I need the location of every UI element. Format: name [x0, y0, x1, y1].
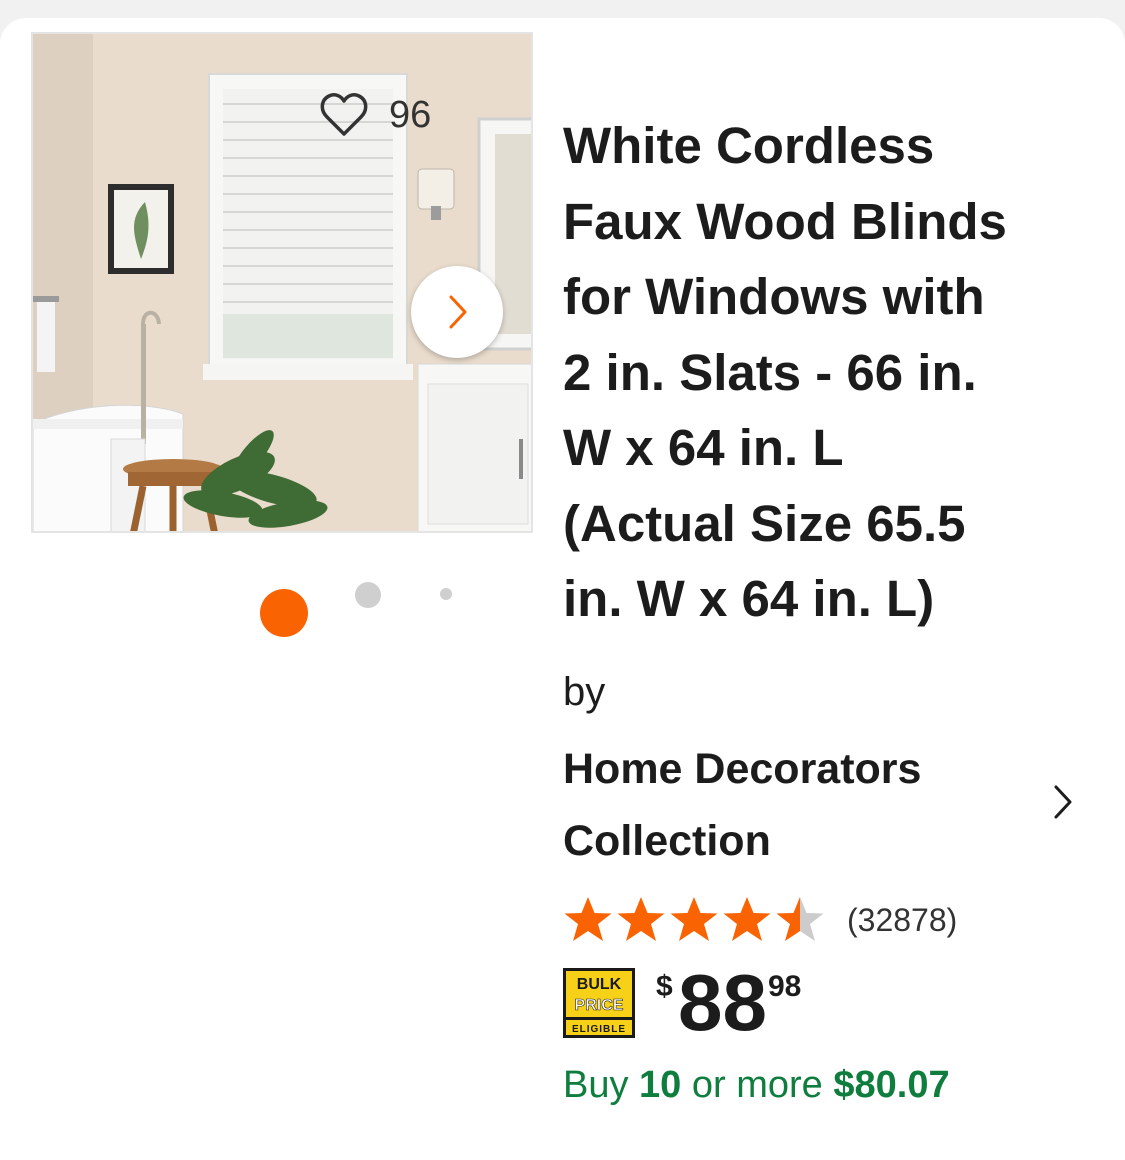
product-title-line: W x 64 in. L — [563, 419, 844, 476]
bulk-offer-prefix: Buy — [563, 1064, 629, 1106]
product-title-line: for Windows with — [563, 268, 985, 325]
star-rating — [563, 895, 825, 945]
product-title-line: (Actual Size 65.5 — [563, 494, 966, 552]
chevron-right-icon — [449, 295, 467, 329]
favorite-count: 96 — [389, 93, 432, 136]
bulk-offer-price: $80.07 — [833, 1064, 950, 1106]
badge-line-3: ELIGIBLE — [572, 1024, 626, 1035]
price-cents: 98 — [768, 970, 802, 1003]
rating-row[interactable]: (32878) — [563, 895, 957, 945]
product-title-line: White Cordless — [563, 117, 935, 174]
brand-link[interactable]: Home Decorators Collection — [563, 733, 1033, 877]
heart-icon — [320, 93, 368, 136]
bulk-offer-middle: or more — [691, 1064, 823, 1106]
price-currency: $ — [656, 970, 673, 1003]
carousel-dot-active[interactable] — [260, 589, 308, 637]
carousel-dot[interactable] — [355, 582, 381, 608]
next-image-button[interactable] — [411, 266, 503, 358]
favorite-button[interactable]: 96 — [319, 92, 431, 138]
star-full-icon — [617, 897, 665, 941]
bulk-offer: Buy 10 or more $80.07 — [563, 1064, 950, 1107]
bulk-price-eligible-badge: BULK PRICE ELIGIBLE — [563, 968, 635, 1038]
product-title-line: in. W x 64 in. L) — [563, 570, 935, 627]
badge-line-1: BULK — [577, 976, 622, 993]
brand-name-line: Home Decorators — [563, 745, 922, 793]
brand-name-line: Collection — [563, 817, 771, 865]
carousel-dot[interactable] — [440, 588, 452, 600]
review-count[interactable]: (32878) — [847, 902, 957, 939]
product-title: White Cordless Faux Wood Blinds for Wind… — [563, 108, 1093, 637]
product-image[interactable]: 96 — [31, 32, 533, 533]
product-title-line: Faux Wood Blinds — [563, 192, 1007, 250]
star-half-icon — [776, 897, 824, 941]
price-dollars: 88 — [678, 958, 767, 1047]
star-full-icon — [723, 897, 771, 941]
product-title-line: 2 in. Slats - 66 in. — [563, 343, 977, 401]
by-label: by — [563, 670, 606, 714]
chevron-right-icon — [1054, 785, 1072, 819]
brand-chevron-button[interactable] — [1050, 782, 1076, 827]
star-full-icon — [670, 897, 718, 941]
bulk-offer-quantity: 10 — [639, 1064, 682, 1106]
star-full-icon — [564, 897, 612, 941]
badge-line-2: PRICE — [575, 997, 624, 1014]
